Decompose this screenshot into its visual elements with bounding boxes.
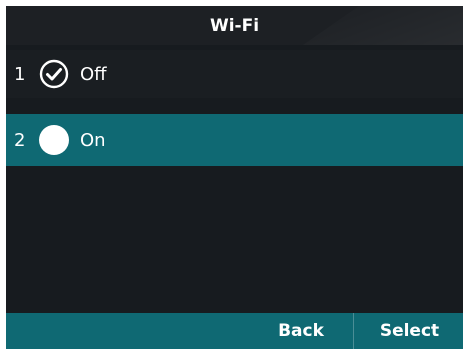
page-title: Wi-Fi bbox=[209, 15, 260, 36]
item-number: 1 bbox=[14, 63, 26, 85]
item-number: 2 bbox=[14, 129, 26, 151]
back-button[interactable]: Back bbox=[249, 313, 353, 349]
title-bar-facet bbox=[303, 6, 463, 45]
select-button[interactable]: Select bbox=[356, 313, 463, 349]
item-label: Off bbox=[80, 63, 107, 85]
check-circle-icon bbox=[38, 58, 70, 90]
title-bar: Wi-Fi bbox=[6, 6, 463, 45]
list-item-off[interactable]: 1 Off bbox=[6, 50, 463, 98]
soft-key-bar: Back Select bbox=[6, 313, 463, 349]
item-label: On bbox=[80, 129, 106, 151]
filled-circle-icon bbox=[38, 124, 70, 156]
soft-key-divider bbox=[353, 313, 354, 349]
list-item-on[interactable]: 2 On bbox=[6, 114, 463, 166]
phone-screen: Wi-Fi 1 Off 2 On Back Select bbox=[6, 6, 463, 349]
